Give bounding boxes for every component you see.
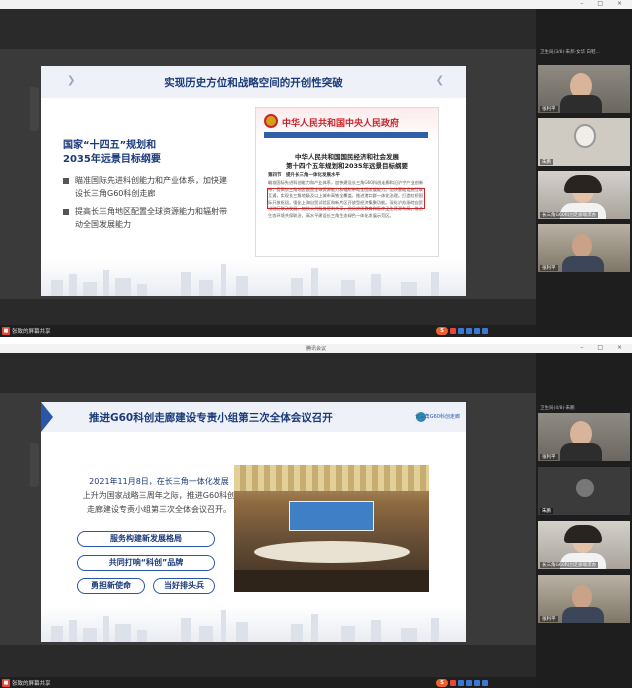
bottom-dark-band (0, 645, 536, 677)
slide-title-band: 推进G60科创走廊建设专责小组第三次全体会议召开 长三角G60科创走廊 (41, 402, 466, 432)
city-skyline-decoration (41, 606, 466, 642)
meeting-paragraph: 2021年11月8日，在长三角一体化发展 上升为国家战略三周年之际，推进G60科… (82, 477, 236, 514)
pill-tag: 当好排头兵 (153, 578, 215, 594)
lang-icon[interactable] (450, 680, 456, 686)
participant-name: 张利平 (540, 265, 558, 271)
screen-share-area: 推进G60科创走廊建设专责小组第三次全体会议召开 长三角G60科创走廊 2021… (0, 353, 536, 677)
stage-screen (288, 501, 375, 531)
mic-tray-icon[interactable] (458, 328, 464, 334)
grid-tray-icon[interactable] (482, 680, 488, 686)
presentation-slide: ❯ 实现历史方位和战略空间的开创性突破 ❮ 国家“十四五”规划和 2035年远景… (41, 66, 466, 296)
gov-nav-bar (264, 132, 428, 138)
gov-webpage-screenshot: 中华人民共和国中央人民政府 中华人民共和国国民经济和社会发展 第十四个五年规划和… (255, 107, 439, 257)
conference-photo (234, 465, 429, 592)
status-bar: ■ 张致的屏幕共享 S (0, 325, 536, 337)
chevron-left-icon: ❮ (435, 75, 444, 86)
top-dark-band (0, 9, 536, 49)
title-bar: – □ × (0, 0, 632, 9)
participant-name: 张利平 (540, 616, 558, 622)
participant-name: 长三角G60科创走廊联席办 (540, 212, 599, 218)
screen-share-icon: ■ (2, 679, 10, 687)
slide-title: 实现历史方位和战略空间的开创性突破 (164, 77, 343, 89)
lang-icon[interactable] (450, 328, 456, 334)
doc-title-line2: 第十四个五年规划和2035年远景目标纲要 (285, 162, 409, 170)
input-method-icon[interactable]: S (436, 679, 448, 687)
presentation-slide: 推进G60科创走廊建设专责小组第三次全体会议召开 长三角G60科创走廊 2021… (41, 402, 466, 642)
screen-share-area: ❯ 实现历史方位和战略空间的开创性突破 ❮ 国家“十四五”规划和 2035年远景… (0, 9, 536, 325)
screen-share-icon: ■ (2, 327, 10, 335)
slide-title-band: ❯ 实现历史方位和战略空间的开创性突破 ❮ (41, 66, 466, 98)
bottom-dark-band (0, 299, 536, 325)
conference-table (253, 541, 410, 563)
outline-heading-line1: 国家“十四五”规划和 (63, 140, 157, 151)
bullet-square-icon (63, 178, 69, 184)
gov-site-name: 中华人民共和国中央人民政府 (282, 119, 400, 129)
video-tile[interactable]: 朱鹏 (538, 467, 630, 515)
participant-name: 朱鹏 (540, 159, 553, 165)
pill-tag: 勇担新使命 (77, 578, 145, 594)
video-tile[interactable]: 张利平 (538, 224, 630, 272)
window-controls[interactable]: – □ × (580, 344, 628, 351)
keyboard-icon[interactable] (466, 680, 472, 686)
top-dark-band (0, 353, 536, 393)
settings-tray-icon[interactable] (474, 680, 480, 686)
video-tile[interactable]: 张利平 (538, 65, 630, 113)
bullet-item: 瞄准国际先进科创能力和产业体系，加快建设长三角G60科创走廊 (63, 174, 228, 200)
outline-heading-line2: 2035年远景目标纲要 (63, 154, 161, 165)
video-tile[interactable]: 朱鹏 (538, 118, 630, 166)
video-tile[interactable]: 张利平 (538, 413, 630, 461)
sidebar-header: 卫生局(3/8)·朱邦·女华 白鞋... (540, 50, 600, 55)
slide-title: 推进G60科创走廊建设专责小组第三次全体会议召开 (89, 412, 333, 424)
input-method-icon[interactable]: S (436, 327, 448, 335)
logo-text: 长三角G60科创走廊 (414, 414, 460, 420)
window-title: 腾讯会议 (305, 346, 326, 352)
triangle-marker-icon (41, 402, 53, 432)
title-bar: 腾讯会议 – □ × (0, 344, 632, 353)
keyboard-icon[interactable] (466, 328, 472, 334)
doc-section: 第四节 提升长三角一体化发展水平 (268, 173, 340, 178)
participant-name: 朱鹏 (540, 508, 553, 514)
bullet-item: 提高长三角地区配置全球资源能力和辐射带动全国发展能力 (63, 205, 228, 231)
participant-name: 张利平 (540, 454, 558, 460)
pill-tag: 共同打响“科创”品牌 (77, 555, 215, 571)
video-tile[interactable]: 长三角G60科创走廊联席办 (538, 521, 630, 569)
mic-tray-icon[interactable] (458, 680, 464, 686)
participant-name: 长三角G60科创走廊联席办 (540, 562, 599, 568)
side-collapse-handle[interactable] (30, 87, 39, 131)
status-bar: ■ 张致的屏幕共享 S (0, 677, 536, 688)
side-collapse-handle[interactable] (30, 443, 39, 487)
meeting-window-2: 腾讯会议 – □ × 推进G60科创走廊建设专责小组第三次全体会议召开 长三角G… (0, 344, 632, 688)
pill-tag: 服务构建新发展格局 (77, 531, 215, 547)
participant-name: 张利平 (540, 106, 558, 112)
video-tile[interactable]: 张利平 (538, 575, 630, 623)
settings-tray-icon[interactable] (474, 328, 480, 334)
system-tray: S (436, 327, 488, 335)
share-indicator[interactable]: ■ 张致的屏幕共享 (2, 679, 51, 687)
national-emblem-icon (264, 114, 278, 128)
video-tile[interactable]: 长三角G60科创走廊联席办 (538, 171, 630, 219)
city-skyline-decoration (41, 260, 466, 296)
avatar (576, 479, 594, 497)
system-tray: S (436, 679, 488, 687)
share-indicator[interactable]: ■ 张致的屏幕共享 (2, 327, 51, 335)
grid-tray-icon[interactable] (482, 328, 488, 334)
window-controls[interactable]: – □ × (580, 0, 628, 7)
highlight-box (267, 188, 425, 209)
bullet-square-icon (63, 209, 69, 215)
meeting-window-1: – □ × ❯ 实现历史方位和战略空间的开创性突破 ❮ 国家“十四五”规划和 2… (0, 0, 632, 337)
sidebar-header: 卫生局(4/8)·朱鹏 (540, 406, 575, 411)
